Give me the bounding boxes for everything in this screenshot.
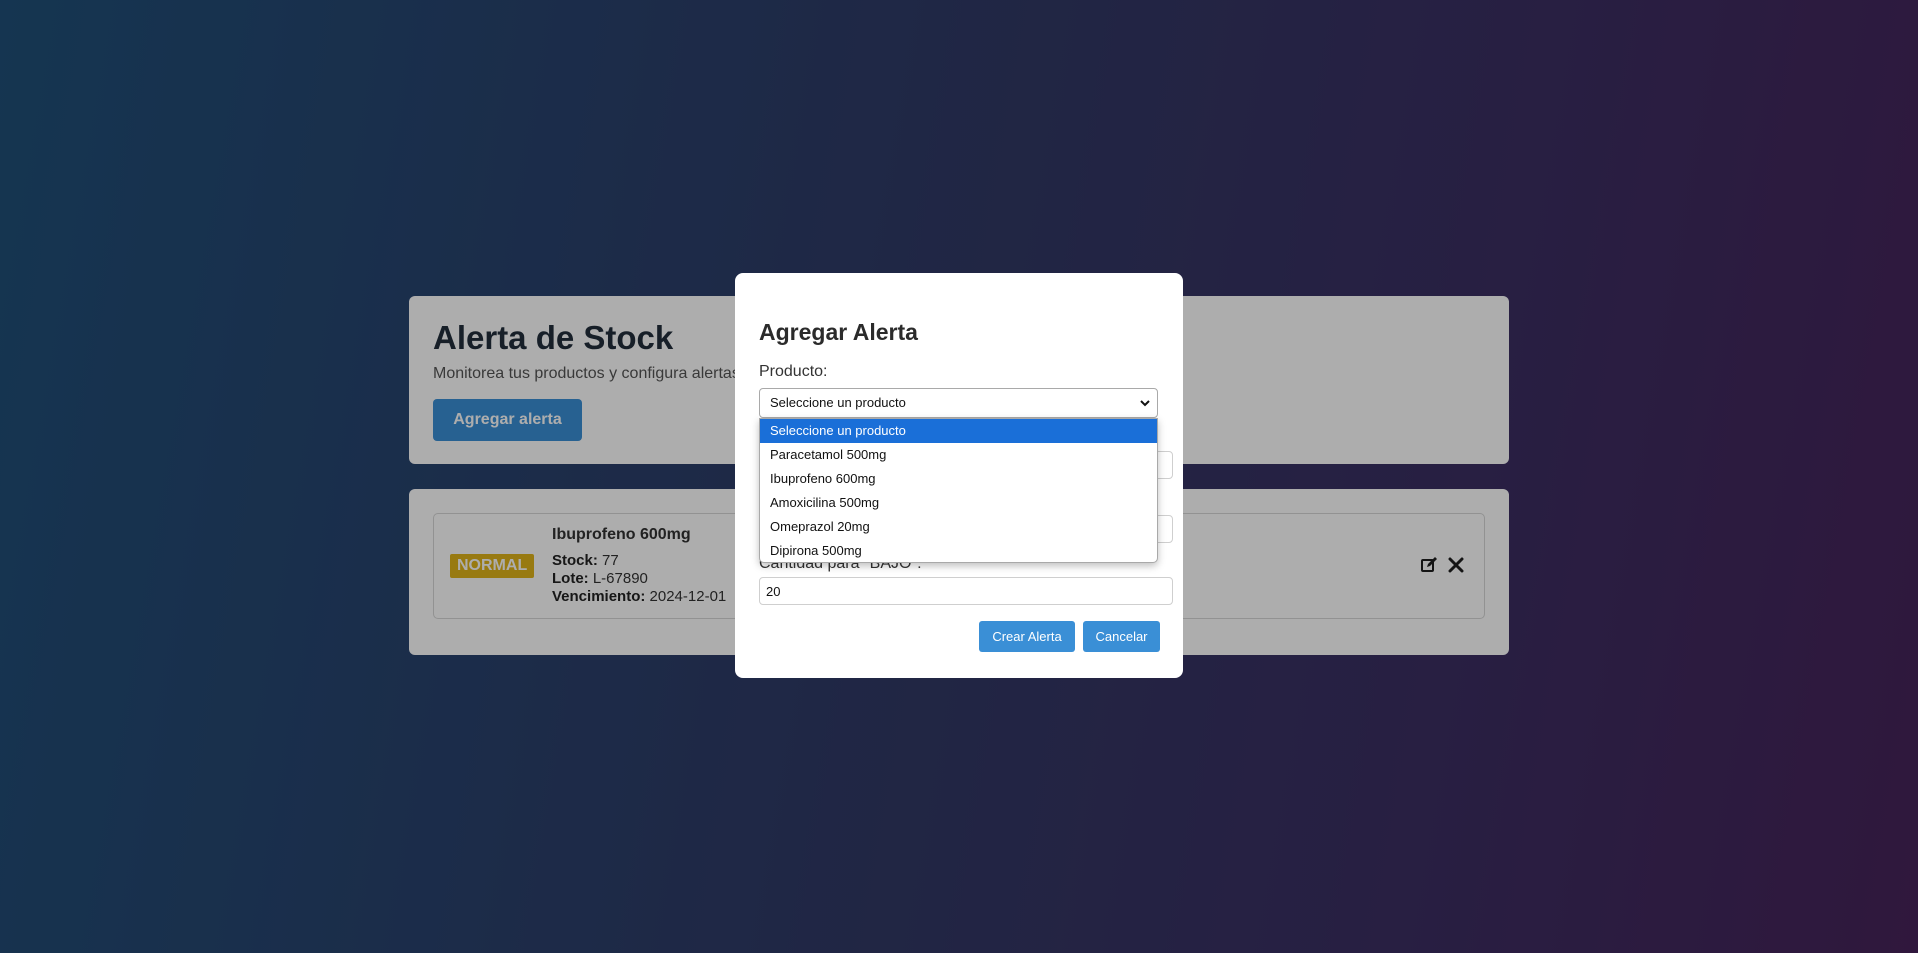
dropdown-option[interactable]: Ibuprofeno 600mg <box>760 467 1157 491</box>
dropdown-option[interactable]: Dipirona 500mg <box>760 539 1157 563</box>
dropdown-option[interactable]: Paracetamol 500mg <box>760 443 1157 467</box>
chevron-down-icon <box>1139 397 1151 412</box>
product-select[interactable]: Seleccione un producto <box>759 388 1158 418</box>
dropdown-option[interactable]: Omeprazol 20mg <box>760 515 1157 539</box>
cancel-button[interactable]: Cancelar <box>1083 621 1160 652</box>
create-alert-button[interactable]: Crear Alerta <box>979 621 1075 652</box>
modal-title: Agregar Alerta <box>759 319 918 345</box>
product-label: Producto: <box>759 363 828 380</box>
dropdown-option[interactable]: Seleccione un producto <box>760 419 1157 443</box>
product-dropdown-list: Seleccione un producto Paracetamol 500mg… <box>759 418 1158 563</box>
dropdown-option[interactable]: Amoxicilina 500mg <box>760 491 1157 515</box>
low-quantity-input[interactable] <box>759 577 1173 605</box>
product-select-value: Seleccione un producto <box>770 395 906 410</box>
